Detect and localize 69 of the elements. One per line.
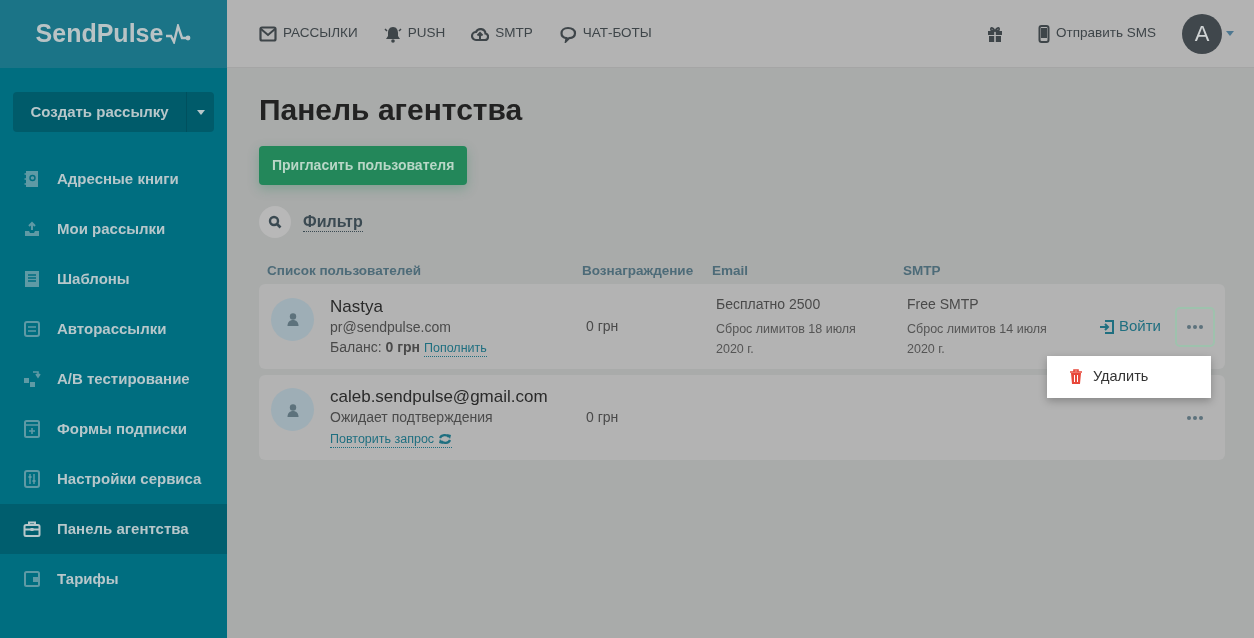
invite-status: Ожидает подтверждения: [330, 408, 494, 428]
tray-upload-icon: [23, 220, 41, 238]
nav-tab[interactable]: РАССЫЛКИ: [259, 23, 358, 44]
chat-bubble-icon: [558, 24, 577, 43]
email-limit-reset: Сброс лимитов 18 июля 2020 г.: [716, 320, 857, 358]
search-icon: [268, 215, 282, 229]
gift-button[interactable]: [986, 24, 1005, 43]
sign-in-icon: [1099, 318, 1115, 335]
email-plan: Бесплатно 2500: [716, 295, 822, 315]
column-header: Вознаграждение: [582, 261, 695, 280]
address-book-icon: [23, 170, 41, 188]
sliders-icon: [23, 470, 41, 488]
dropdown-toggle[interactable]: [186, 92, 214, 132]
resend-request-link[interactable]: Повторить запрос: [330, 431, 453, 448]
automation-icon: [23, 320, 41, 338]
swap-arrows-icon: [23, 370, 41, 388]
briefcase-icon: [23, 520, 41, 538]
pulse-icon: [165, 24, 192, 44]
sidebar-item[interactable]: Настройки сервиса: [0, 454, 227, 504]
column-header: SMTP: [903, 261, 942, 280]
more-button[interactable]: [1175, 306, 1215, 347]
sidebar-item[interactable]: A/B тестирование: [0, 354, 227, 404]
more-dots-icon: [1187, 414, 1203, 421]
gift-icon: [986, 24, 1005, 43]
caret-icon: [1226, 31, 1234, 36]
phone-icon: [1038, 24, 1051, 43]
filter-link[interactable]: Фильтр: [303, 211, 363, 233]
sidebar-item[interactable]: Авторассылки: [0, 304, 227, 354]
template-icon: [23, 270, 41, 288]
create-campaign-button[interactable]: Создать рассылку: [13, 92, 186, 132]
sidebar-item[interactable]: Панель агентства: [0, 504, 227, 554]
reward-amount: 0 грн: [586, 408, 620, 428]
account-menu[interactable]: A: [1182, 13, 1234, 54]
balance-text: Баланс: 0 грн: [330, 338, 420, 358]
smtp-limit-reset: Сброс лимитов 14 июля 2020 г.: [907, 320, 1048, 358]
search-button[interactable]: [259, 206, 291, 238]
person-icon: [285, 402, 300, 417]
user-name: caleb.sendpulse@gmail.com: [330, 386, 548, 408]
invite-user-button[interactable]: Пригласить пользователя: [259, 146, 468, 185]
smtp-plan: Free SMTP: [907, 295, 980, 315]
nav-tab[interactable]: SMTP: [471, 23, 533, 44]
sidebar-item[interactable]: Адресные книги: [0, 154, 227, 204]
nav-tab[interactable]: PUSH: [383, 23, 446, 44]
more-dots-icon: [1187, 323, 1203, 330]
top-up-link[interactable]: Пополнить: [423, 341, 487, 358]
page-title: Панель агентства: [259, 92, 524, 128]
reward-amount: 0 грн: [586, 317, 620, 337]
person-icon: [285, 312, 300, 327]
sidebar-item[interactable]: Шаблоны: [0, 254, 227, 304]
form-icon: [23, 420, 41, 438]
user-email: pr@sendpulse.com: [330, 317, 452, 337]
bell-icon: [383, 24, 402, 43]
sidebar-item[interactable]: Тарифы: [0, 554, 227, 604]
avatar: A: [1182, 13, 1222, 54]
caret-icon: [196, 109, 205, 115]
user-name: Nastya: [330, 295, 384, 317]
wallet-icon: [23, 570, 41, 588]
nav-tab[interactable]: ЧАТ-БОТЫ: [558, 23, 652, 44]
sidebar-item[interactable]: Формы подписки: [0, 404, 227, 454]
refresh-icon: [438, 433, 453, 446]
menu-item[interactable]: Удалить: [1047, 362, 1211, 392]
send-sms-link[interactable]: Отправить SMS: [1038, 23, 1156, 44]
column-header: Email: [712, 261, 750, 280]
envelope-icon: [259, 24, 277, 43]
logo-text: SendPulse: [35, 18, 164, 50]
sidebar-item[interactable]: Мои рассылки: [0, 204, 227, 254]
column-header: Список пользователей: [267, 261, 422, 280]
trash-icon: [1069, 368, 1083, 385]
login-link[interactable]: Войти: [1099, 315, 1161, 338]
